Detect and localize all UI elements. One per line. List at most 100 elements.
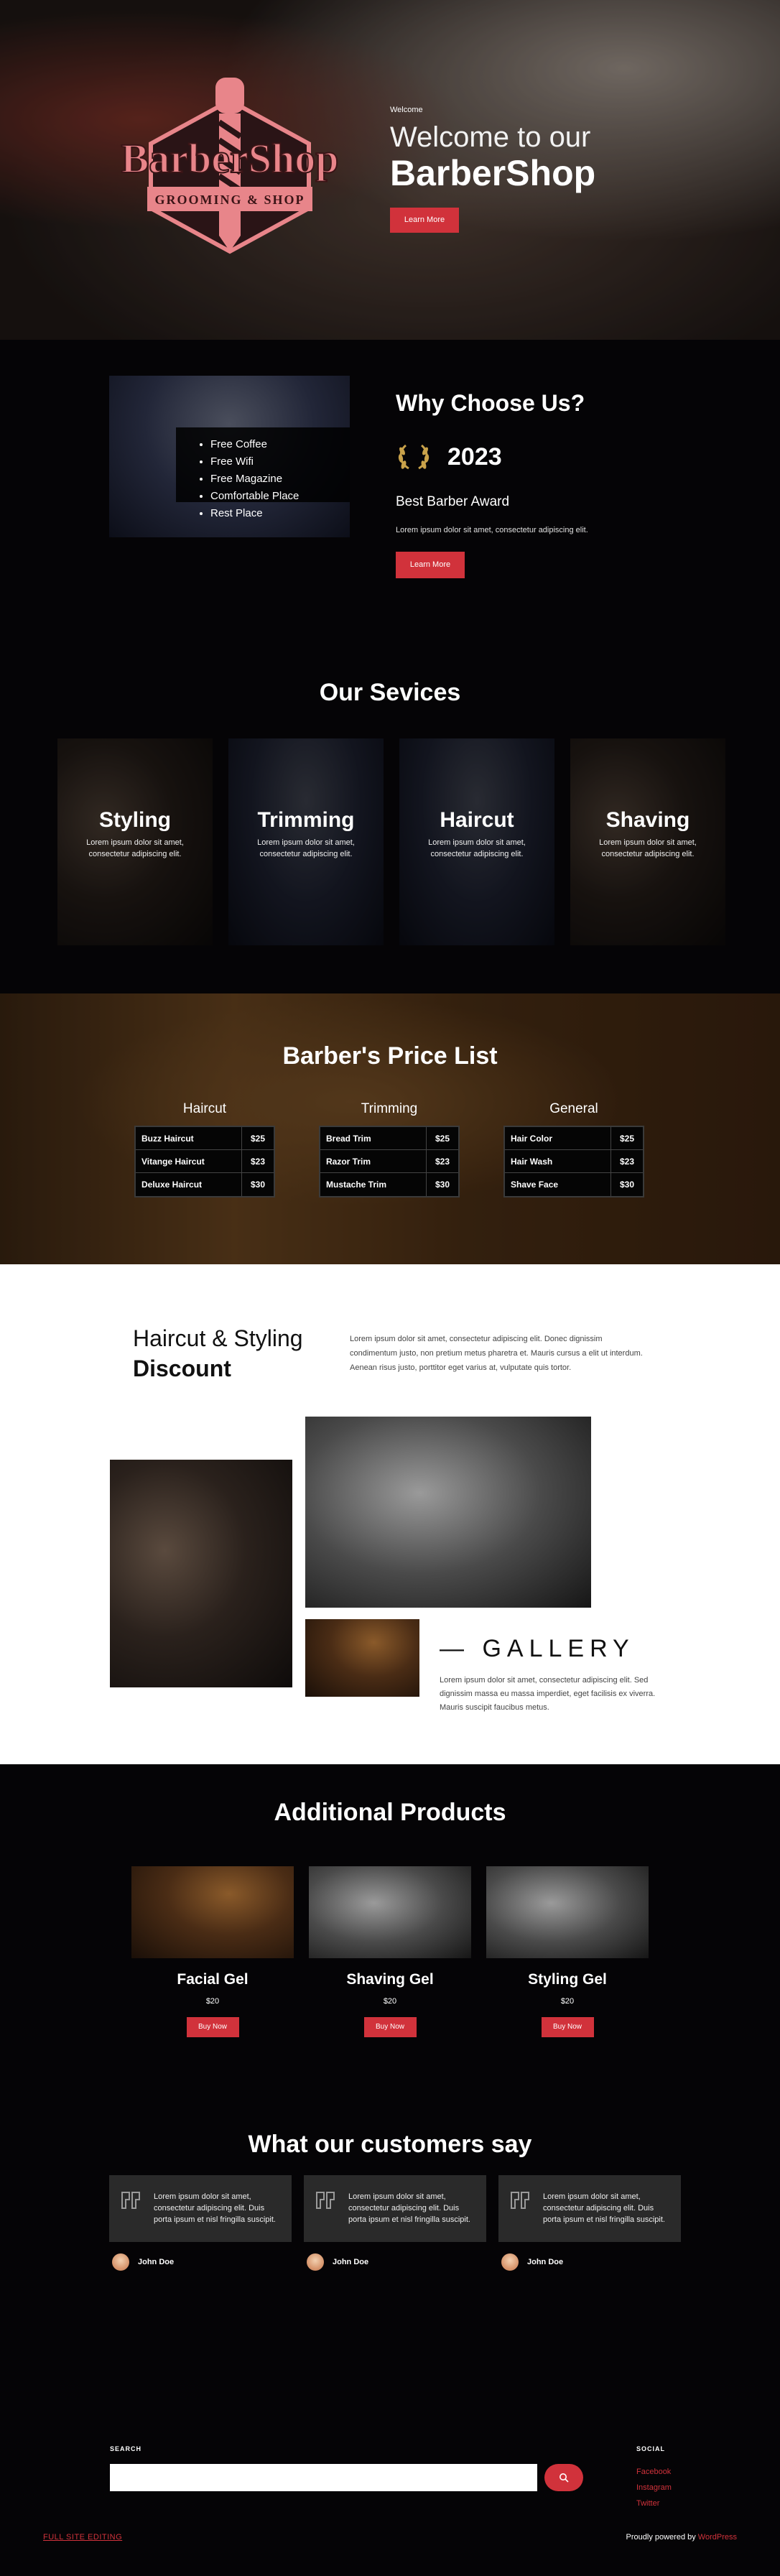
services-title: Our Sevices <box>319 679 461 706</box>
gallery-image-shop[interactable] <box>305 1619 419 1697</box>
why-content: Why Choose Us? 2023 Best Barber Award Lo… <box>396 390 588 578</box>
service-description: Lorem ipsum dolor sit amet, consectetur … <box>428 838 526 858</box>
price-item: Shave Face <box>505 1173 611 1196</box>
price-value: $23 <box>250 1157 266 1167</box>
testimonial-text: Lorem ipsum dolor sit amet, consectetur … <box>154 2192 276 2224</box>
social-links: Facebook Instagram Twitter <box>636 2464 672 2511</box>
hero-learn-more-button[interactable]: Learn More <box>390 208 459 233</box>
quote-icon <box>316 2192 335 2209</box>
price-value: $23 <box>435 1157 450 1167</box>
svg-text:GROOMING & SHOP: GROOMING & SHOP <box>155 193 305 207</box>
features-list: Free Coffee Free Wifi Free Magazine Comf… <box>176 427 350 519</box>
testimonial-box: Lorem ipsum dolor sit amet, consectetur … <box>109 2175 292 2242</box>
award-name: Best Barber Award <box>396 494 510 509</box>
product-price: $20 <box>205 1997 220 2006</box>
testimonial-author: John Doe <box>498 2253 681 2271</box>
table-row: Mustache Trim $30 <box>320 1173 458 1196</box>
feature-item: Free Magazine <box>210 471 350 488</box>
price-column-trimming: Trimming Bread Trim $25 Razor Trim $23 Mus… <box>319 1101 460 1197</box>
price-item: Hair Wash <box>505 1150 611 1172</box>
powered-prefix: Proudly powered by <box>626 2533 698 2542</box>
barbershop-logo: BarberShop GROOMING & SHOP <box>121 78 339 254</box>
laurel-icon <box>398 444 430 470</box>
table-row: Bread Trim $25 <box>320 1127 458 1150</box>
gallery-description: Lorem ipsum dolor sit amet, consectetur … <box>440 1676 656 1712</box>
price-column-haircut: Haircut Buzz Haircut $25 Vitange Haircut $… <box>134 1101 275 1197</box>
product-name: Shaving Gel <box>346 1971 434 1988</box>
table-row: Razor Trim $23 <box>320 1150 458 1173</box>
buy-now-button[interactable]: Buy Now <box>186 2017 239 2037</box>
quote-icon <box>121 2192 140 2209</box>
hero-welcome: Welcome <box>390 106 423 114</box>
testimonial-text: Lorem ipsum dolor sit amet, consectetur … <box>348 2192 470 2224</box>
feature-item: Comfortable Place <box>210 488 350 505</box>
price-table: Hair Color $25 Hair Wash $23 Shave Face $30 <box>503 1126 644 1197</box>
price-item: Bread Trim <box>320 1127 427 1149</box>
quote-icon <box>511 2192 529 2209</box>
price-value: $23 <box>619 1157 635 1167</box>
discount-title-bold: Discount <box>133 1356 231 1381</box>
feature-item: Free Coffee <box>210 436 350 453</box>
avatar <box>501 2253 519 2271</box>
discount-title: Haircut & Styling Discount <box>133 1323 303 1384</box>
testimonial-card: Lorem ipsum dolor sit amet, consectetur … <box>109 2175 292 2271</box>
buy-now-button[interactable]: Buy Now <box>541 2017 594 2037</box>
award-row: 2023 <box>396 441 588 473</box>
social-link-instagram[interactable]: Instagram <box>636 2483 672 2492</box>
price-item: Deluxe Haircut <box>136 1173 242 1196</box>
hero-headline-light: Welcome to our <box>390 121 591 153</box>
product-card-styling-gel: Styling Gel $20 Buy Now <box>486 1866 649 2037</box>
hero-headline-bold: BarberShop <box>390 153 596 193</box>
service-card-trimming[interactable]: Trimming Lorem ipsum dolor sit amet, con… <box>228 738 384 945</box>
award-year: 2023 <box>447 443 502 471</box>
table-row: Hair Wash $23 <box>505 1150 643 1173</box>
discount-text: Lorem ipsum dolor sit amet, consectetur … <box>350 1335 643 1372</box>
service-name: Trimming <box>257 808 355 832</box>
powered-by: Proudly powered by WordPress <box>626 2533 737 2542</box>
services-list: Styling Lorem ipsum dolor sit amet, cons… <box>57 738 725 945</box>
price-item: Mustache Trim <box>320 1173 427 1196</box>
price-list-title: Barber's Price List <box>282 1042 498 1070</box>
wordpress-link[interactable]: WordPress <box>698 2533 737 2542</box>
price-value: $30 <box>250 1180 266 1190</box>
product-image[interactable] <box>486 1866 649 1958</box>
price-value: $25 <box>250 1134 266 1144</box>
full-site-editing-link[interactable]: FULL SITE EDITING <box>43 2533 122 2542</box>
table-row: Hair Color $25 <box>505 1127 643 1150</box>
service-card-haircut[interactable]: Haircut Lorem ipsum dolor sit amet, cons… <box>399 738 554 945</box>
gallery-image-haircut[interactable] <box>305 1417 591 1608</box>
price-value: $30 <box>619 1180 635 1190</box>
service-card-styling[interactable]: Styling Lorem ipsum dolor sit amet, cons… <box>57 738 213 945</box>
price-value: $30 <box>435 1180 450 1190</box>
why-title: Why Choose Us? <box>396 390 585 416</box>
price-column-title: General <box>549 1101 598 1116</box>
testimonial-author: John Doe <box>109 2253 292 2271</box>
social-label: SOCIAL <box>636 2445 666 2452</box>
buy-now-button[interactable]: Buy Now <box>363 2017 417 2037</box>
social-link-facebook[interactable]: Facebook <box>636 2468 671 2476</box>
testimonial-card: Lorem ipsum dolor sit amet, consectetur … <box>498 2175 681 2271</box>
product-image[interactable] <box>131 1866 294 1958</box>
price-item: Buzz Haircut <box>136 1127 242 1149</box>
discount-title-light: Haircut & Styling <box>133 1325 303 1351</box>
price-item: Hair Color <box>505 1127 611 1149</box>
search-button[interactable] <box>544 2464 583 2491</box>
price-columns: Haircut Buzz Haircut $25 Vitange Haircut $… <box>134 1101 644 1197</box>
why-description: Lorem ipsum dolor sit amet, consectetur … <box>396 526 588 534</box>
product-card-shaving-gel: Shaving Gel $20 Buy Now <box>309 1866 471 2037</box>
table-row: Shave Face $30 <box>505 1173 643 1196</box>
discount-gallery-section: Haircut & Styling Discount Lorem ipsum d… <box>0 1264 780 1764</box>
author-name: John Doe <box>138 2258 175 2266</box>
product-image[interactable] <box>309 1866 471 1958</box>
table-row: Vitange Haircut $23 <box>136 1150 274 1173</box>
search-input[interactable] <box>110 2464 537 2491</box>
why-learn-more-button[interactable]: Learn More <box>396 552 465 578</box>
why-choose-section: Free Coffee Free Wifi Free Magazine Comf… <box>0 340 780 993</box>
service-card-shaving[interactable]: Shaving Lorem ipsum dolor sit amet, cons… <box>570 738 725 945</box>
price-value: $25 <box>435 1134 450 1144</box>
gallery-title: — GALLERY <box>440 1635 635 1662</box>
gallery-image-beard[interactable] <box>110 1460 292 1687</box>
testimonial-box: Lorem ipsum dolor sit amet, consectetur … <box>498 2175 681 2242</box>
hero-text-block: Welcome Welcome to our BarberShop Learn … <box>390 106 595 233</box>
footer-bottom: FULL SITE EDITING Proudly powered by Wor… <box>0 2506 780 2576</box>
